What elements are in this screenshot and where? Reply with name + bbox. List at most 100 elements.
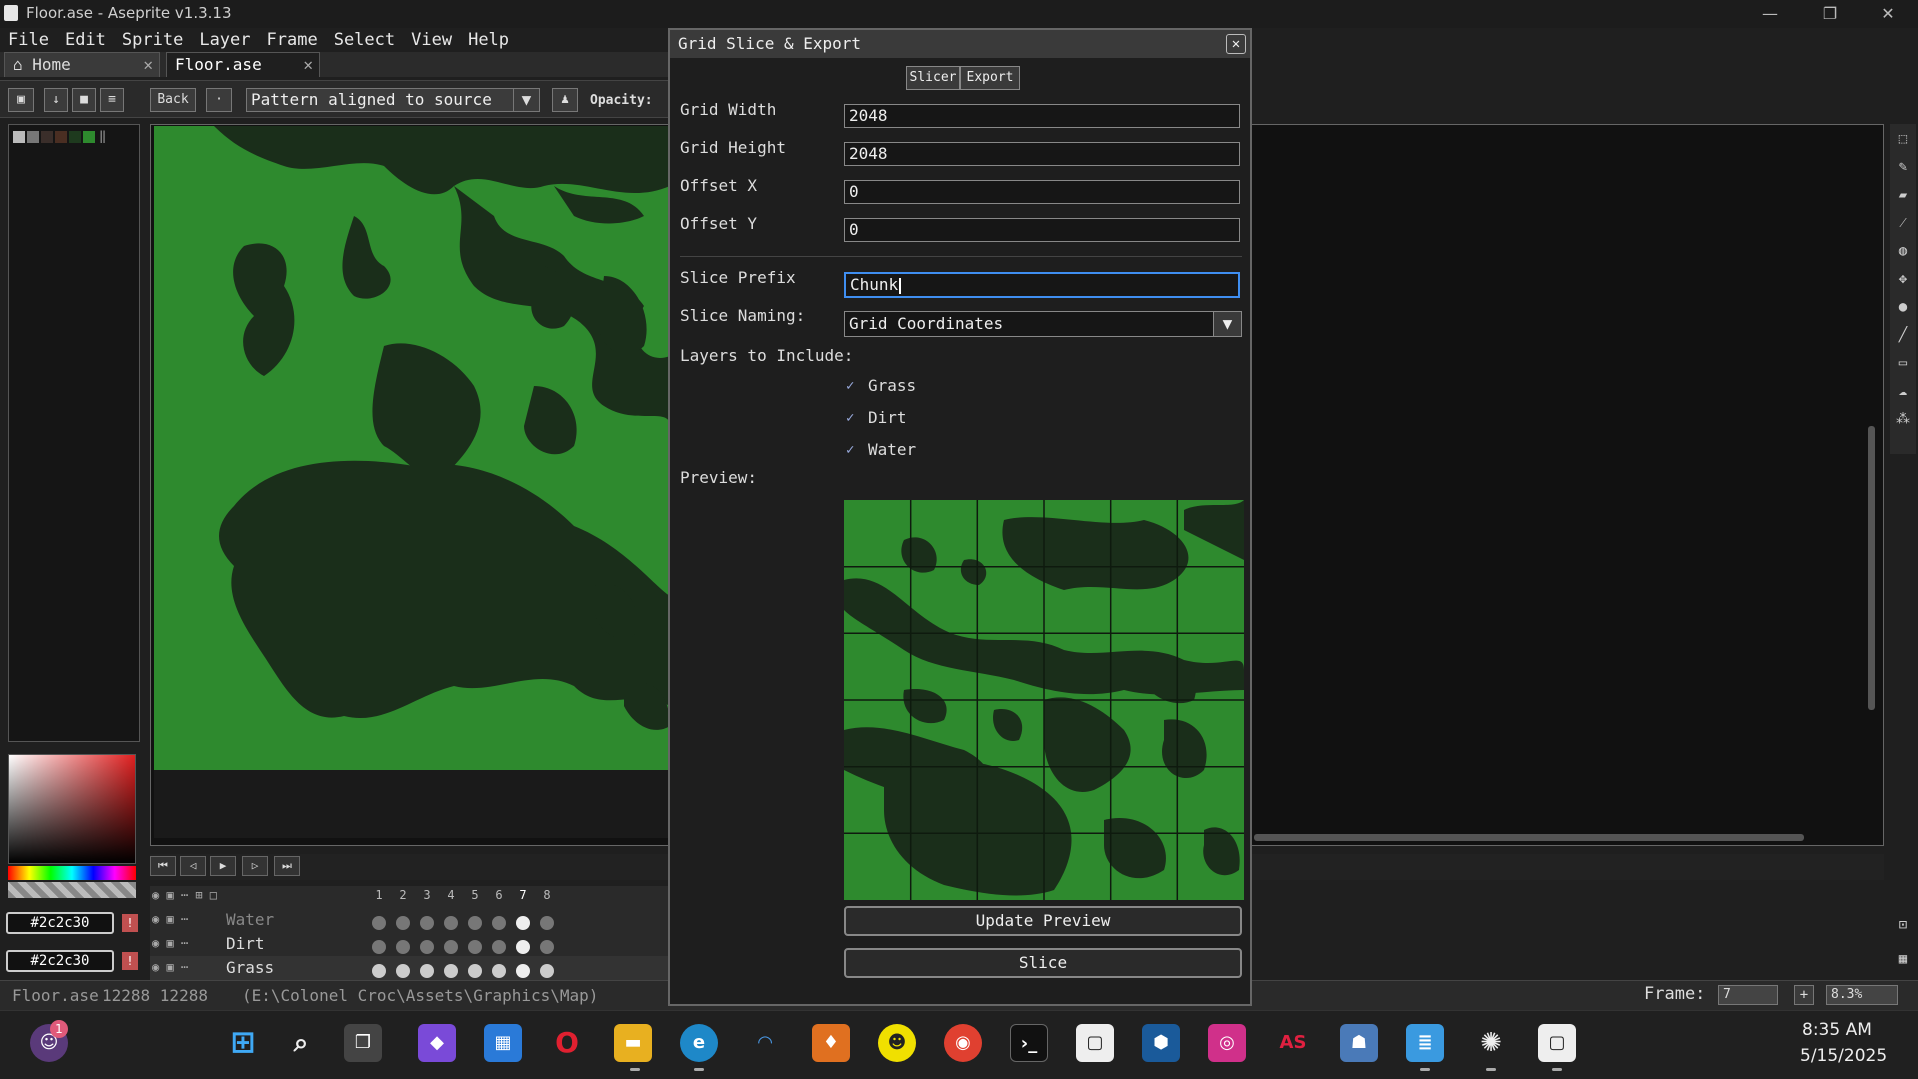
file-explorer-icon[interactable]: ▬ xyxy=(614,1024,652,1062)
frame-number-current[interactable]: 7 xyxy=(512,888,534,902)
background-color-field[interactable]: #2c2c30 xyxy=(6,950,114,972)
frame-input[interactable]: 7 xyxy=(1718,985,1778,1005)
layer-visibility-icon[interactable]: ◉ ▣ ⋯ xyxy=(152,960,188,974)
maximize-button[interactable]: ❐ xyxy=(1800,0,1860,28)
edge-icon[interactable]: e xyxy=(680,1024,718,1062)
frame-number[interactable]: 3 xyxy=(416,888,438,902)
instagram-icon[interactable]: ◎ xyxy=(1208,1024,1246,1062)
fl-studio-icon[interactable]: ♦ xyxy=(812,1024,850,1062)
frame-number[interactable]: 8 xyxy=(536,888,558,902)
palette-swatch[interactable] xyxy=(41,131,53,143)
cel-dot[interactable] xyxy=(420,964,434,978)
tab-floor[interactable]: Floor.ase ✕ xyxy=(166,52,320,77)
rectangle-icon[interactable]: ▭ xyxy=(1892,352,1914,374)
pattern-select[interactable]: Pattern aligned to source ▼ xyxy=(246,88,540,112)
color-picker[interactable] xyxy=(8,754,136,864)
grid-view-icon[interactable]: ▦ xyxy=(1892,948,1914,970)
bg-warning-icon[interactable]: ! xyxy=(122,952,138,970)
zoom-icon[interactable]: ◍ xyxy=(1892,240,1914,262)
last-frame-icon[interactable]: ⏭ xyxy=(274,856,300,876)
cel-dot[interactable] xyxy=(492,916,506,930)
arrow-down-icon[interactable]: ↓ xyxy=(44,88,68,112)
check-icon[interactable]: ✓ xyxy=(846,442,862,458)
tab-floor-close-icon[interactable]: ✕ xyxy=(303,53,313,77)
line-icon[interactable]: ╱ xyxy=(1892,324,1914,346)
cel-grid[interactable] xyxy=(372,912,572,982)
menu-view[interactable]: View xyxy=(403,28,460,52)
update-preview-button[interactable]: Update Preview xyxy=(844,906,1242,936)
slice-button[interactable]: Slice xyxy=(844,948,1242,978)
menu-edit[interactable]: Edit xyxy=(57,28,114,52)
cel-dot[interactable] xyxy=(540,940,554,954)
cel-dot[interactable] xyxy=(468,964,482,978)
offset-y-input[interactable]: 0 xyxy=(844,218,1240,242)
notepad-icon[interactable]: ≣ xyxy=(1406,1024,1444,1062)
move-icon[interactable]: ✥ xyxy=(1892,268,1914,290)
menu-select[interactable]: Select xyxy=(326,28,403,52)
menu-layer[interactable]: Layer xyxy=(191,28,258,52)
cel-dot[interactable] xyxy=(468,940,482,954)
frame-number[interactable]: 2 xyxy=(392,888,414,902)
blur-icon[interactable]: ☁ xyxy=(1892,380,1914,402)
broadcast-icon[interactable]: ◠ xyxy=(746,1024,784,1062)
dialog-close-icon[interactable]: ✕ xyxy=(1226,34,1246,54)
cel-dot[interactable] xyxy=(372,964,386,978)
eraser-icon[interactable]: ▰ xyxy=(1892,184,1914,206)
palette-swatch[interactable] xyxy=(83,131,95,143)
cel-dot[interactable] xyxy=(516,916,530,930)
aseprite-taskbar-icon[interactable]: AS xyxy=(1274,1024,1312,1062)
cel-dot[interactable] xyxy=(420,916,434,930)
grid-width-input[interactable]: 2048 xyxy=(844,104,1240,128)
cel-dot[interactable] xyxy=(396,940,410,954)
chrome-icon[interactable]: ◉ xyxy=(944,1024,982,1062)
clock-time[interactable]: 8:35 AM xyxy=(1802,1020,1872,1040)
vertical-scrollbar[interactable] xyxy=(1868,426,1875,710)
stamp-icon[interactable]: ♟ xyxy=(552,88,578,112)
tab-home[interactable]: ⌂ Home ✕ xyxy=(4,52,160,77)
spray-icon[interactable]: ⁂ xyxy=(1892,408,1914,430)
cel-dot[interactable] xyxy=(540,964,554,978)
fit-screen-icon[interactable]: ⊡ xyxy=(1892,914,1914,936)
copilot-icon[interactable]: ◆ xyxy=(418,1024,456,1062)
zoom-input[interactable]: 8.3% xyxy=(1826,985,1898,1005)
snapchat-icon[interactable]: ☻ xyxy=(878,1024,916,1062)
frame-number[interactable]: 5 xyxy=(464,888,486,902)
menu-sprite[interactable]: Sprite xyxy=(114,28,191,52)
eyedropper-icon[interactable]: ⁄ xyxy=(1892,212,1914,234)
pencil-icon[interactable]: ✎ xyxy=(1892,156,1914,178)
check-icon[interactable]: ✓ xyxy=(846,378,862,394)
palette-more-icon[interactable]: ‖ xyxy=(99,129,106,143)
fg-warning-icon[interactable]: ! xyxy=(122,914,138,932)
task-view-icon[interactable]: ❐ xyxy=(344,1024,382,1062)
cel-dot[interactable] xyxy=(396,964,410,978)
horizontal-scrollbar[interactable] xyxy=(1254,834,1804,841)
cel-dot[interactable] xyxy=(372,940,386,954)
palette-swatch[interactable] xyxy=(27,131,39,143)
cel-dot[interactable] xyxy=(492,940,506,954)
cel-dot[interactable] xyxy=(516,940,530,954)
dialog-titlebar[interactable]: Grid Slice & Export ✕ xyxy=(670,30,1250,58)
slice-prefix-input[interactable]: Chunk xyxy=(844,272,1240,298)
menu-frame[interactable]: Frame xyxy=(259,28,326,52)
tab-home-close-icon[interactable]: ✕ xyxy=(143,53,153,77)
tablet-icon-2[interactable]: ▢ xyxy=(1538,1024,1576,1062)
layer-visibility-icon[interactable]: ◉ ▣ ⋯ xyxy=(152,912,188,926)
palette-swatch[interactable] xyxy=(69,131,81,143)
square-icon[interactable]: ■ xyxy=(72,88,96,112)
fill-icon[interactable]: ● xyxy=(1892,296,1914,318)
play-icon[interactable]: ▶ xyxy=(210,856,236,876)
cel-dot[interactable] xyxy=(420,940,434,954)
tablet-icon[interactable]: ▢ xyxy=(1076,1024,1114,1062)
windows-start-icon[interactable]: ⊞ xyxy=(224,1024,262,1062)
close-window-button[interactable]: ✕ xyxy=(1858,0,1918,28)
tab-slicer[interactable]: Slicer xyxy=(906,66,960,90)
menu-file[interactable]: File xyxy=(0,28,57,52)
hue-slider[interactable] xyxy=(8,866,136,880)
frame-number[interactable]: 1 xyxy=(368,888,390,902)
godot-icon[interactable]: ☗ xyxy=(1340,1024,1378,1062)
app-icon-blue[interactable]: ⬢ xyxy=(1142,1024,1180,1062)
cel-dot[interactable] xyxy=(468,916,482,930)
slice-naming-select[interactable]: Grid Coordinates ▼ xyxy=(844,311,1242,337)
minimize-button[interactable]: — xyxy=(1740,0,1800,28)
brush-preview-icon[interactable]: · xyxy=(206,88,232,112)
